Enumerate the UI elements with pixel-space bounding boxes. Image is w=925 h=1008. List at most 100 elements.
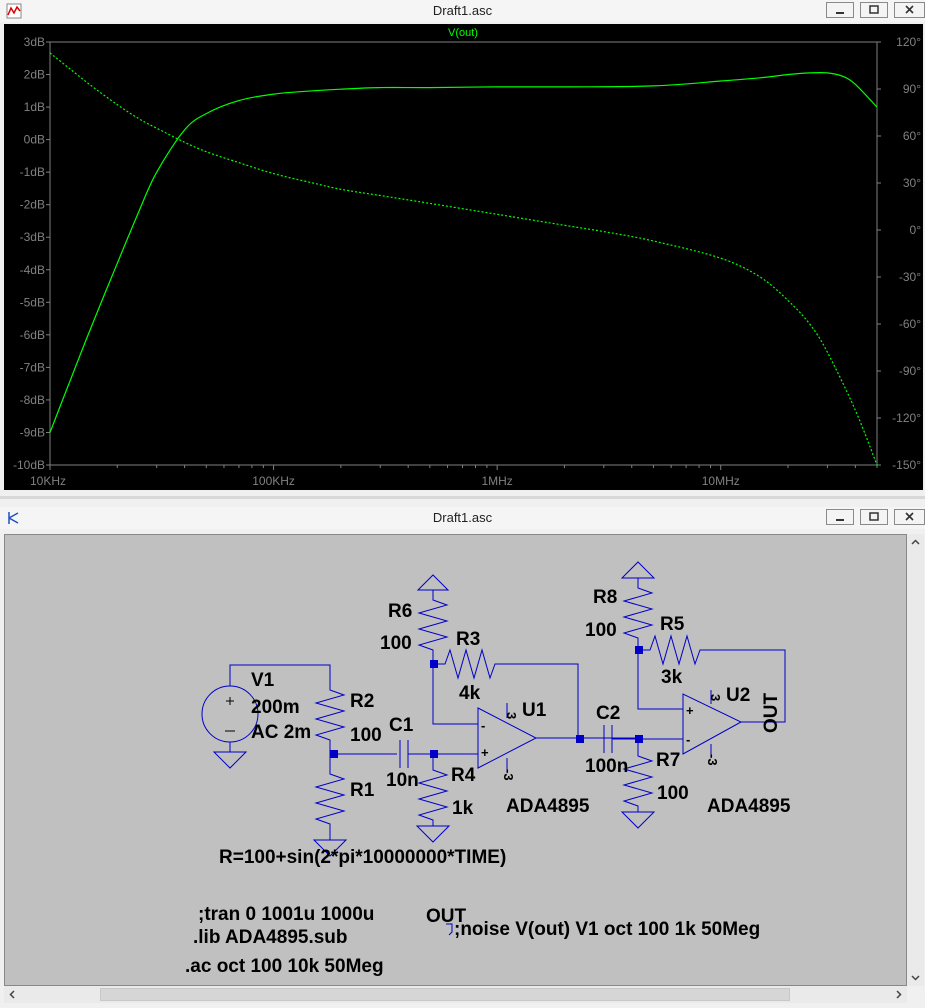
directive-tran[interactable]: ;tran 0 1001u 1000u <box>198 904 374 925</box>
label-r8-value[interactable]: 100 <box>585 620 617 641</box>
chevron-up-icon <box>911 539 920 545</box>
label-u1[interactable]: U1 <box>522 700 547 721</box>
pin-label: + <box>686 703 694 718</box>
resistor-r8[interactable] <box>620 561 656 650</box>
label-r7-value[interactable]: 100 <box>657 783 689 804</box>
label-v1-dc[interactable]: 200m <box>251 697 300 718</box>
x-tick-label: 1MHz <box>481 474 512 488</box>
label-c1-value[interactable]: 10n <box>386 770 419 791</box>
resistor-r2[interactable] <box>314 686 346 754</box>
label-r8[interactable]: R8 <box>593 587 617 608</box>
directive-ac[interactable]: .ac oct 100 10k 50Meg <box>185 956 384 977</box>
schematic-window-titlebar[interactable]: Draft1.asc <box>0 507 925 529</box>
label-v1-ac[interactable]: AC 2m <box>251 722 311 743</box>
label-r6[interactable]: R6 <box>388 601 412 622</box>
directive-noise[interactable]: ;noise V(out) V1 oct 100 1k 50Meg <box>454 919 760 940</box>
resize-grip[interactable] <box>907 986 924 1003</box>
y-tick-label: 2dB <box>24 68 45 82</box>
label-r1-expression[interactable]: R=100+sin(2*pi*10000000*TIME) <box>219 847 506 868</box>
label-u1-model[interactable]: ADA4895 <box>506 796 590 817</box>
label-v1[interactable]: V1 <box>251 670 275 691</box>
y-tick-label: 1dB <box>24 100 45 114</box>
label-u2-model[interactable]: ADA4895 <box>707 796 791 817</box>
y-tick-label: -8dB <box>20 393 45 407</box>
minimize-button[interactable] <box>826 2 854 18</box>
chevron-down-icon <box>911 975 920 981</box>
chevron-right-icon <box>896 990 902 999</box>
resistor-r3[interactable] <box>433 648 579 739</box>
y-tick-label: 3dB <box>24 35 45 49</box>
restore-icon <box>869 512 879 521</box>
scroll-up-button[interactable] <box>907 534 924 551</box>
resistor-r6[interactable] <box>416 574 450 664</box>
y-tick-label: -7dB <box>20 360 45 374</box>
label-r2-value[interactable]: 100 <box>350 725 382 746</box>
resistor-r7[interactable] <box>620 739 656 829</box>
label-c2[interactable]: C2 <box>596 703 620 724</box>
scroll-right-button[interactable] <box>890 986 907 1003</box>
y-tick-label: 0dB <box>24 133 45 147</box>
close-button[interactable] <box>894 509 925 525</box>
pin-label: -3 <box>705 754 720 766</box>
plot-window-title: Draft1.asc <box>432 3 493 18</box>
label-c2-value[interactable]: 100n <box>585 756 628 777</box>
pin-label: 3 <box>504 712 519 719</box>
phase-trace <box>49 52 878 466</box>
scrollbar-thumb[interactable] <box>100 988 790 1001</box>
capacitor-c2[interactable] <box>603 725 613 753</box>
y2-tick-label: -60° <box>899 317 921 331</box>
label-u2[interactable]: U2 <box>726 685 750 706</box>
schematic-canvas[interactable]: V1 200m AC 2m R2 100 R1 R=100+sin(2*pi*1… <box>4 534 907 986</box>
y2-tick-label: 60° <box>903 129 921 143</box>
minimize-button[interactable] <box>826 509 854 525</box>
plot-pane[interactable]: 10KHz 100KHz 1MHz 10MHz 3dB 2dB 1dB 0dB -1dB -2d… <box>4 24 923 490</box>
y-tick-label: -1dB <box>20 165 45 179</box>
bode-plot[interactable]: 10KHz 100KHz 1MHz 10MHz 3dB 2dB 1dB 0dB -1dB -2d… <box>4 24 923 490</box>
y-tick-label: -2dB <box>20 198 45 212</box>
label-r4[interactable]: R4 <box>451 765 476 786</box>
close-icon <box>905 5 914 14</box>
junction-dot <box>430 750 438 758</box>
y-tick-label: -9dB <box>20 425 45 439</box>
junction-dot <box>330 750 338 758</box>
label-r4-value[interactable]: 1k <box>452 798 474 819</box>
close-icon <box>905 512 914 521</box>
label-r6-value[interactable]: 100 <box>380 633 412 654</box>
x-tick-label: 10KHz <box>30 474 66 488</box>
label-r2[interactable]: R2 <box>350 691 374 712</box>
scroll-left-button[interactable] <box>4 986 21 1003</box>
label-c1[interactable]: C1 <box>389 715 414 736</box>
label-r7[interactable]: R7 <box>656 750 680 771</box>
label-r3-value[interactable]: 4k <box>459 683 481 704</box>
directive-lib[interactable]: .lib ADA4895.sub <box>193 927 348 948</box>
plot-window-titlebar[interactable]: Draft1.asc <box>0 0 925 22</box>
restore-button[interactable] <box>860 2 888 18</box>
restore-button[interactable] <box>860 509 888 525</box>
vertical-scrollbar[interactable] <box>907 534 924 986</box>
restore-icon <box>869 5 879 14</box>
plot-window: Draft1.asc 10KHz 100KHz 1MHz 10MHz 3dB 2dB 1d… <box>0 0 925 496</box>
trace-label-vout[interactable]: V(out) <box>448 27 478 39</box>
pin-label: - <box>481 718 485 733</box>
label-r3[interactable]: R3 <box>456 629 480 650</box>
label-out-net[interactable]: OUT <box>761 693 782 734</box>
junction-dot <box>576 735 584 743</box>
x-tick-label: 100KHz <box>252 474 295 488</box>
schematic-drawing[interactable]: V1 200m AC 2m R2 100 R1 R=100+sin(2*pi*1… <box>5 535 906 985</box>
magnitude-trace <box>49 72 878 433</box>
label-r5[interactable]: R5 <box>660 614 685 635</box>
resistor-r1[interactable] <box>312 754 348 857</box>
label-r1[interactable]: R1 <box>350 780 375 801</box>
y2-tick-label: 0° <box>910 223 922 237</box>
label-r5-value[interactable]: 3k <box>661 667 683 688</box>
scroll-down-button[interactable] <box>907 969 924 986</box>
horizontal-scrollbar[interactable] <box>4 986 907 1003</box>
minimize-icon <box>836 519 844 521</box>
y-tick-label: -6dB <box>20 328 45 342</box>
y2-tick-label: 120° <box>896 35 921 49</box>
resistor-r4[interactable] <box>415 754 451 843</box>
close-button[interactable] <box>894 2 925 18</box>
y-tick-label: -3dB <box>20 230 45 244</box>
x-tick-marks: 10KHz 100KHz 1MHz 10MHz <box>30 465 878 488</box>
capacitor-c1[interactable] <box>399 740 409 768</box>
